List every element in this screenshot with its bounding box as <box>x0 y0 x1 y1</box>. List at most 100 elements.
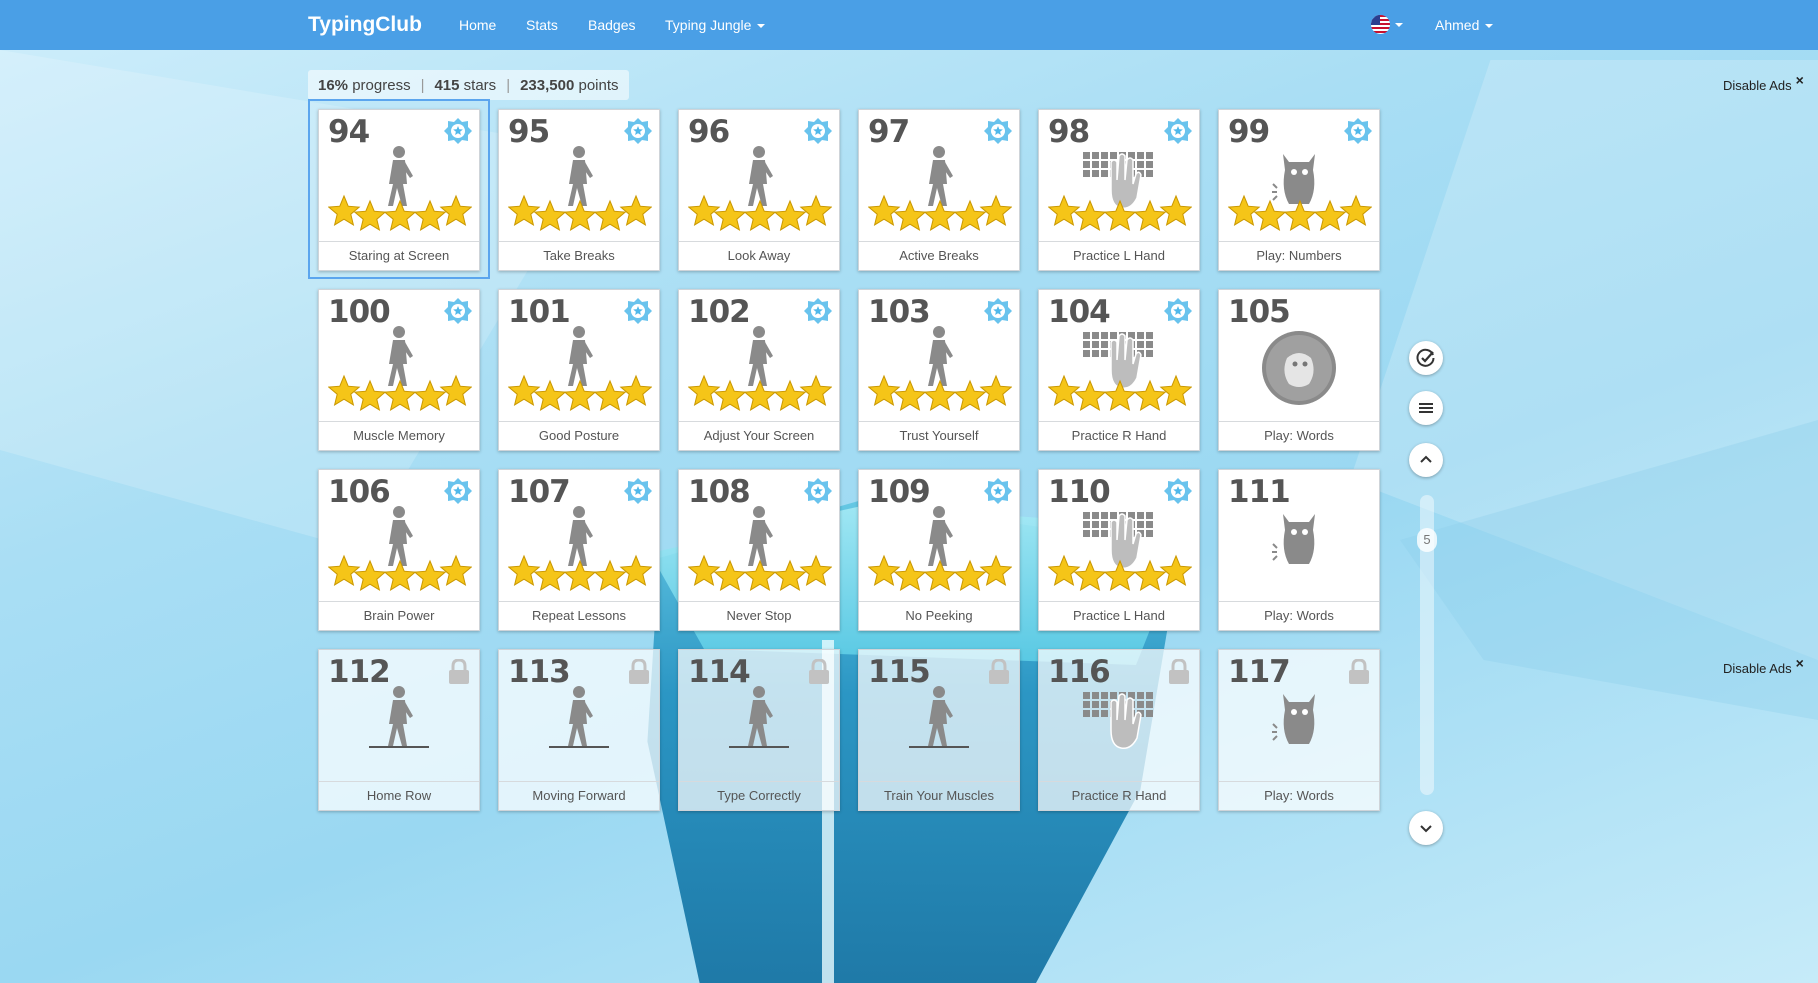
lesson-title: Play: Words <box>1219 781 1379 810</box>
nav-badges[interactable]: Badges <box>588 17 635 33</box>
badge-icon <box>983 116 1013 146</box>
star-icon <box>383 379 417 411</box>
star-icon <box>979 554 1013 586</box>
lesson-card[interactable]: 105 Play: Words <box>1218 289 1380 451</box>
language-selector[interactable] <box>1371 0 1411 50</box>
star-rating <box>327 373 473 413</box>
lesson-card[interactable]: 108 Never Stop <box>678 469 840 631</box>
lesson-card[interactable]: 116 Practice R Hand <box>1038 649 1200 811</box>
scroll-up-button[interactable] <box>1409 443 1443 477</box>
lesson-number: 95 <box>508 114 550 150</box>
star-icon <box>507 554 541 586</box>
star-rating <box>507 553 653 593</box>
walker-icon <box>355 680 443 760</box>
star-icon <box>593 559 627 591</box>
lesson-card[interactable]: 102 Adjust Your Screen <box>678 289 840 451</box>
lesson-title: Never Stop <box>679 601 839 630</box>
lesson-card[interactable]: 106 Brain Power <box>318 469 480 631</box>
user-menu[interactable]: Ahmed <box>1435 17 1494 33</box>
lesson-card[interactable]: 99 Play: Numbers <box>1218 109 1380 271</box>
disable-ads-label: Disable Ads <box>1723 661 1792 676</box>
disable-ads-link[interactable]: Disable Ads × <box>1723 655 1804 676</box>
star-icon <box>593 199 627 231</box>
star-rating <box>1047 193 1193 233</box>
star-icon <box>593 379 627 411</box>
lesson-title: Trust Yourself <box>859 421 1019 450</box>
star-rating <box>327 553 473 593</box>
star-rating <box>1047 373 1193 413</box>
scroll-down-button[interactable] <box>1409 811 1443 845</box>
star-icon <box>1047 554 1081 586</box>
star-icon <box>563 379 597 411</box>
lesson-card[interactable]: 97 Active Breaks <box>858 109 1020 271</box>
badge-icon <box>1163 476 1193 506</box>
lesson-title: Good Posture <box>499 421 659 450</box>
star-icon <box>1073 199 1107 231</box>
badge-icon <box>443 476 473 506</box>
nav-stats[interactable]: Stats <box>526 17 558 33</box>
lock-icon <box>988 658 1010 685</box>
lock-icon <box>808 658 830 685</box>
star-rating <box>687 193 833 233</box>
lesson-title: Type Correctly <box>679 781 839 810</box>
stars-label: stars <box>463 76 497 94</box>
completed-filter-button[interactable] <box>1409 341 1443 375</box>
lesson-card[interactable]: 110 Practice L Hand <box>1038 469 1200 631</box>
disable-ads-link[interactable]: Disable Ads × <box>1723 72 1804 93</box>
star-rating <box>687 373 833 413</box>
lesson-card[interactable]: 96 Look Away <box>678 109 840 271</box>
progress-label: progress <box>352 76 411 94</box>
walker-icon <box>535 680 623 760</box>
lesson-card[interactable]: 109 No Peeking <box>858 469 1020 631</box>
lesson-title: No Peeking <box>859 601 1019 630</box>
star-icon <box>1047 374 1081 406</box>
lesson-card[interactable]: 104 Practice R Hand <box>1038 289 1200 451</box>
progress-value: 16% <box>318 76 349 94</box>
star-icon <box>1283 199 1317 231</box>
lesson-card[interactable]: 107 Repeat Lessons <box>498 469 660 631</box>
lesson-number: 99 <box>1228 114 1270 150</box>
lesson-card[interactable]: 117 Play: Words <box>1218 649 1380 811</box>
lesson-card[interactable]: 115 Train Your Muscles <box>858 649 1020 811</box>
nav-home[interactable]: Home <box>459 17 496 33</box>
monster-icon <box>1269 680 1329 760</box>
star-icon <box>327 374 361 406</box>
star-icon <box>533 379 567 411</box>
lesson-card[interactable]: 113 Moving Forward <box>498 649 660 811</box>
star-icon <box>799 194 833 226</box>
close-icon[interactable]: × <box>1796 72 1804 88</box>
star-icon <box>799 374 833 406</box>
separator: | <box>420 76 425 94</box>
close-icon[interactable]: × <box>1796 655 1804 671</box>
badge-icon <box>623 116 653 146</box>
brand-logo[interactable]: TypingClub <box>308 13 422 37</box>
star-icon <box>1133 559 1167 591</box>
lesson-card[interactable]: 112 Home Row <box>318 649 480 811</box>
chevron-up-icon <box>1420 455 1432 463</box>
star-icon <box>353 559 387 591</box>
user-name: Ahmed <box>1435 17 1480 33</box>
star-icon <box>1103 379 1137 411</box>
star-icon <box>1047 194 1081 226</box>
star-rating <box>1227 193 1373 233</box>
nav-typing-jungle[interactable]: Typing Jungle <box>665 17 766 33</box>
lesson-card[interactable]: 103 Trust Yourself <box>858 289 1020 451</box>
star-icon <box>953 559 987 591</box>
menu-button[interactable] <box>1409 391 1443 425</box>
lesson-card[interactable]: 98 Practice L Hand <box>1038 109 1200 271</box>
chevron-down-icon <box>1485 24 1494 29</box>
lesson-card[interactable]: 114 Type Correctly <box>678 649 840 811</box>
lesson-card[interactable]: 101 Good Posture <box>498 289 660 451</box>
star-rating <box>867 193 1013 233</box>
lesson-card[interactable]: 100 Muscle Memory <box>318 289 480 451</box>
lesson-card[interactable]: 111 Play: Words <box>1218 469 1380 631</box>
lesson-card[interactable]: 95 Take Breaks <box>498 109 660 271</box>
lesson-title: Muscle Memory <box>319 421 479 450</box>
star-icon <box>923 379 957 411</box>
star-icon <box>713 379 747 411</box>
star-icon <box>743 559 777 591</box>
disable-ads-label: Disable Ads <box>1723 78 1792 93</box>
star-icon <box>1313 199 1347 231</box>
star-icon <box>619 554 653 586</box>
lock-icon <box>448 658 470 685</box>
